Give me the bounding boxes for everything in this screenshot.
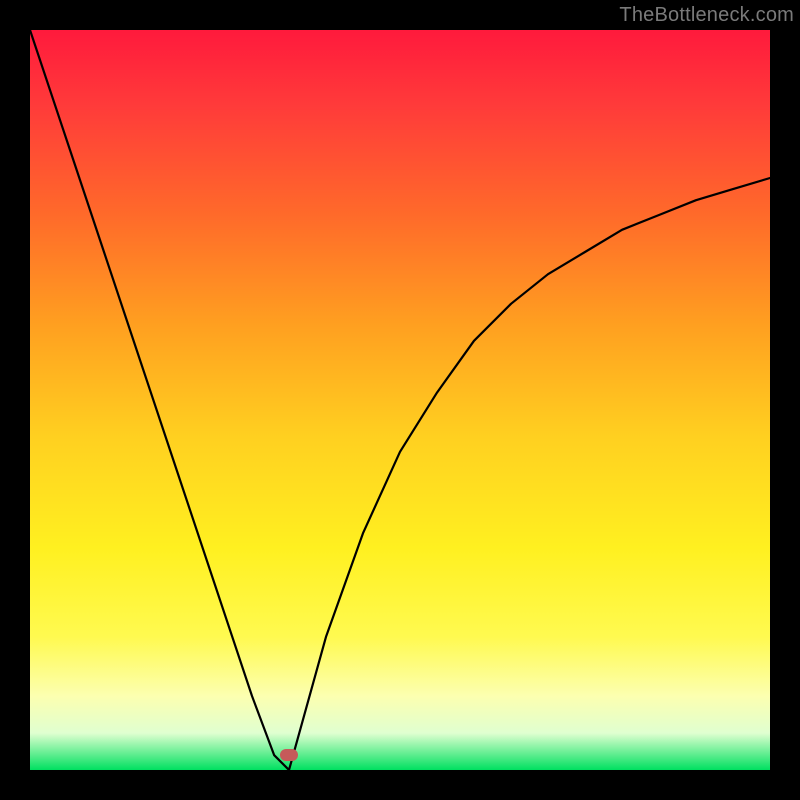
curve-svg (30, 30, 770, 770)
chart-frame: TheBottleneck.com (0, 0, 800, 800)
watermark-text: TheBottleneck.com (619, 4, 794, 27)
optimum-marker (280, 749, 298, 761)
bottleneck-curve (30, 30, 770, 770)
plot-area (30, 30, 770, 770)
